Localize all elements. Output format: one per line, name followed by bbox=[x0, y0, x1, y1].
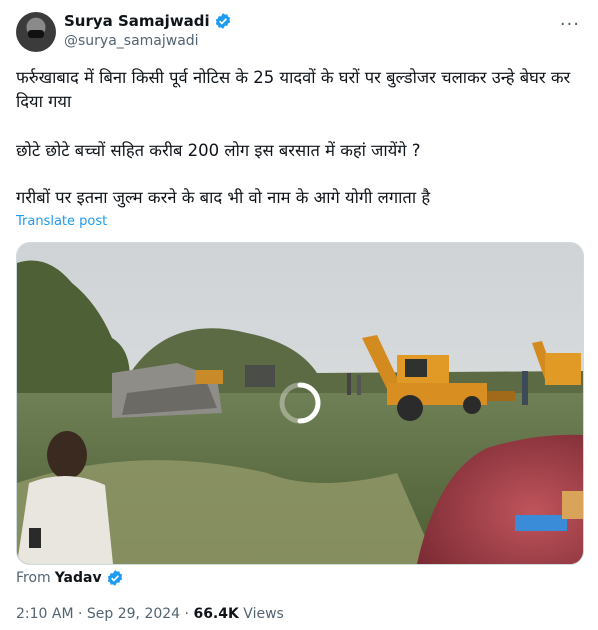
avatar[interactable] bbox=[16, 12, 56, 52]
post-text-line3: गरीबों पर इतना जुल्म करने के बाद भी वो न… bbox=[16, 188, 431, 207]
author-name[interactable]: Surya Samajwadi bbox=[64, 12, 210, 30]
source-attribution: From Yadav bbox=[16, 569, 124, 587]
meta-separator: · bbox=[184, 606, 189, 622]
views-count: 66.4K bbox=[193, 606, 239, 622]
translate-post-link[interactable]: Translate post bbox=[16, 214, 107, 229]
post-text-line1: फर्रुखाबाद में बिना किसी पूर्व नोटिस के … bbox=[16, 68, 571, 111]
verified-badge-icon bbox=[215, 13, 230, 29]
post-date[interactable]: Sep 29, 2024 bbox=[87, 606, 180, 622]
views-label: Views bbox=[243, 606, 284, 622]
more-icon[interactable]: ··· bbox=[560, 14, 580, 35]
post-video[interactable] bbox=[16, 242, 584, 565]
post-time[interactable]: 2:10 AM bbox=[16, 606, 74, 622]
source-name[interactable]: Yadav bbox=[55, 570, 102, 586]
video-frame bbox=[17, 243, 583, 564]
post: Surya Samajwadi @surya_samajwadi ··· फर्… bbox=[0, 0, 598, 630]
author-handle[interactable]: @surya_samajwadi bbox=[64, 33, 199, 49]
meta-separator: · bbox=[78, 606, 83, 622]
post-text-line2: छोटे छोटे बच्चों सहित करीब 200 लोग इस बर… bbox=[16, 141, 421, 160]
verified-badge-icon bbox=[107, 570, 122, 586]
from-prefix: From bbox=[16, 570, 51, 586]
post-meta: 2:10 AM · Sep 29, 2024 · 66.4K Views bbox=[16, 606, 284, 622]
author-row: Surya Samajwadi bbox=[64, 12, 232, 30]
